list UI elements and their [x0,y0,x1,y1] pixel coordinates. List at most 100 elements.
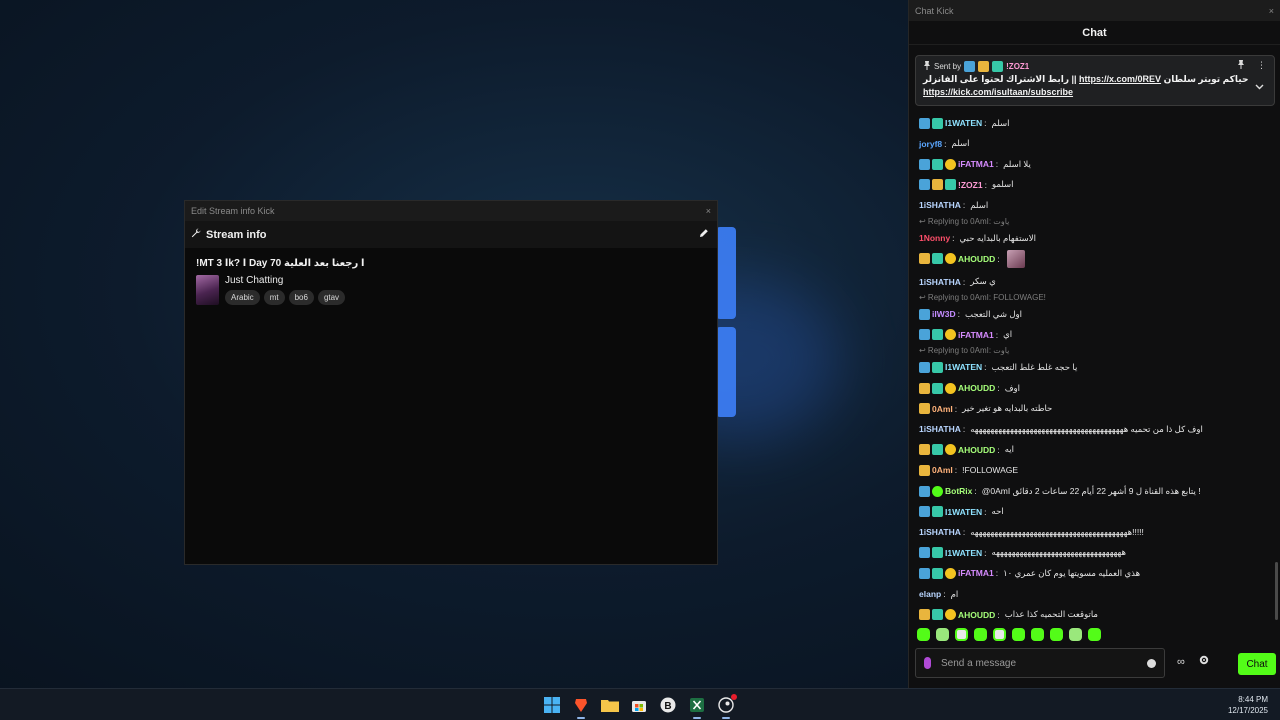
store-icon[interactable] [628,694,650,716]
emote-icon[interactable] [1050,628,1063,641]
crown-badge-icon [978,61,990,72]
chat-message-text: ماتوقعت التحميه كذا عذاب [1004,609,1098,620]
chat-message-text: اي [1003,329,1013,340]
chat-tools: ∞ [1177,655,1209,668]
reply-context[interactable]: ↩ Replying to 0AmI: FOLLOWAGE! [919,293,1046,302]
chat-username[interactable]: I1WATEN [945,548,982,558]
stream-info-titlebar[interactable]: Edit Stream info Kick × [185,201,717,221]
blue-badge-icon [919,567,930,579]
chat-username[interactable]: iFATMA1 [958,159,994,169]
coin-badge-icon [945,158,956,170]
pinned-link[interactable]: https://x.com/0REV [1079,74,1161,84]
emoji-icon[interactable] [1147,658,1156,668]
chat-message: joryf8: اسلم [919,137,970,151]
chat-titlebar[interactable]: Chat Kick × [909,0,1280,21]
windows-start-icon[interactable] [541,694,563,716]
chat-username[interactable]: I1WATEN [945,507,982,517]
tag: gtav [317,290,346,305]
close-button[interactable]: × [706,206,711,216]
chat-username[interactable]: 0AmI [932,465,953,475]
coin-badge-icon [945,253,956,265]
sub-badge-icon [932,444,943,456]
chat-message: 1iSHATHA: اوف كل ذا من تحميه هههههههههههه… [919,422,1203,436]
chat-username[interactable]: I1WATEN [945,118,982,128]
separator: : [957,309,960,320]
chat-username[interactable]: I1WATEN [945,362,982,372]
chat-message-text: اسلمو [991,179,1014,190]
separator: : [943,589,946,599]
blue-badge-icon [919,158,930,170]
emote-icon[interactable] [974,628,987,641]
emote-icon[interactable] [1088,628,1101,641]
send-chat-button[interactable]: Chat [1238,653,1276,675]
emote-icon[interactable] [1069,628,1082,641]
steam-icon[interactable] [715,694,737,719]
gear-icon[interactable] [1199,655,1209,668]
emote-icon[interactable] [955,628,968,641]
edit-pencil-icon[interactable] [699,228,709,241]
chat-username[interactable]: iFATMA1 [958,330,994,340]
tag: bo6 [288,290,314,305]
pin-icon[interactable] [1237,60,1245,71]
blue-badge-icon [919,485,930,497]
separator: : [974,486,977,496]
emote-icon[interactable] [1031,628,1044,641]
emote-icon[interactable] [917,628,930,641]
system-clock[interactable]: 8:44 PM 12/17/2025 [1228,694,1268,716]
file-explorer-icon[interactable] [599,694,621,716]
stream-info-header: Stream info [185,221,717,248]
chat-username[interactable]: iFATMA1 [958,568,994,578]
microphone-icon[interactable] [924,657,931,669]
reply-context[interactable]: ↩ Replying to 0AmI: ياوت [919,217,1009,226]
chat-username[interactable]: 1Nonny [919,233,950,243]
more-options-icon[interactable]: ⋮ [1257,60,1266,71]
badge-icon [964,61,976,72]
sub-badge-icon [932,158,943,170]
close-button[interactable]: × [1269,6,1274,16]
chat-username[interactable]: 1iSHATHA [919,277,961,287]
chevron-down-icon[interactable] [1255,82,1264,92]
chat-message: 0AmI: حاطته بالبدايه هو تغير خير [919,402,1052,416]
excel-icon[interactable] [686,694,708,719]
crown-badge-icon [919,609,930,621]
brave-browser-icon[interactable] [570,694,592,719]
chat-username[interactable]: AHOUDD [958,610,995,620]
chat-message: 1Nonny: الاستفهام بالبدايه حبي [919,231,1036,245]
chat-username[interactable]: joryf8 [919,139,942,149]
chat-username[interactable]: 1iSHATHA [919,424,961,434]
chat-message-text: اسلم [951,138,970,149]
emote-icon[interactable] [1012,628,1025,641]
chat-message-input[interactable] [941,657,1137,669]
channel-points-icon[interactable]: ∞ [1177,656,1185,668]
blue-badge-icon [919,117,930,129]
reply-context[interactable]: ↩ Replying to 0AmI: ياوت [919,346,1009,355]
pinned-message[interactable]: Sent by !ZOZ1 رابط الاشتراك لحتوا على ال… [915,55,1275,106]
pin-icon [923,61,931,72]
chat-username[interactable]: elanp [919,589,941,599]
sub-badge-icon [932,547,943,559]
chat-username[interactable]: !ZOZ1 [958,180,983,190]
chat-scrollbar[interactable] [1275,562,1278,620]
emote-icon[interactable] [936,628,949,641]
notification-badge [731,694,737,700]
chat-username[interactable]: 0AmI [932,404,953,414]
chat-message: I1WATEN: اسلم [919,116,1010,130]
blue-badge-icon [919,506,930,518]
chat-username[interactable]: iIW3D [932,309,956,319]
sub-badge-icon [932,329,943,341]
crown-badge-icon [919,403,930,415]
pinned-link[interactable]: https://kick.com/isultaan/subscribe [923,87,1073,97]
chat-username[interactable]: AHOUDD [958,445,995,455]
chat-username[interactable]: AHOUDD [958,383,995,393]
chat-username[interactable]: BotRix [945,486,972,496]
emote-icon[interactable] [993,628,1006,641]
chat-username[interactable]: AHOUDD [958,254,995,264]
separator: : [995,159,999,170]
chat-message: I1WATEN: هههههههههههههههههههههههههههههههه… [919,546,1126,560]
chat-username[interactable]: 1iSHATHA [919,527,961,537]
b-app-icon[interactable]: B [657,694,679,716]
pinned-sender[interactable]: !ZOZ1 [1006,62,1029,71]
chat-username[interactable]: 1iSHATHA [919,200,961,210]
chat-message-text: @0AmI يتابع هذه القناة ل 9 أشهر 22 أيام … [981,485,1201,496]
chat-input-box[interactable] [915,648,1165,678]
